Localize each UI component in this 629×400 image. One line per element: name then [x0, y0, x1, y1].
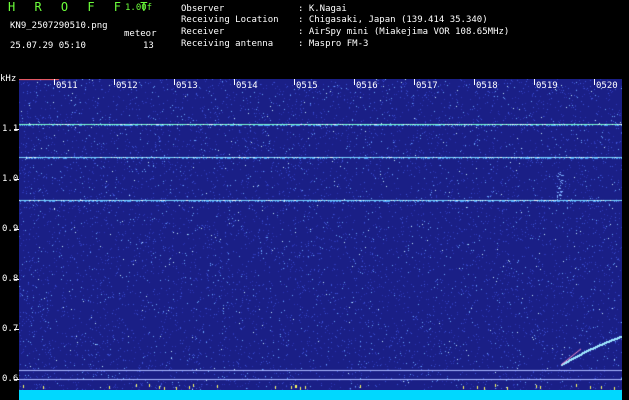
x-tick-label: 0512 [116, 81, 138, 91]
y-tick-mark [14, 329, 19, 330]
meteor-count-label: meteor [124, 29, 157, 39]
meteor-count-value: 13 [143, 41, 154, 51]
y-tick-mark [14, 379, 19, 380]
spectrogram-window: H R O F F T 1.00f KN9_2507290510.png 25.… [0, 0, 629, 400]
x-tick-label: 0514 [236, 81, 258, 91]
spectrogram-canvas [19, 79, 622, 398]
x-tick-label: 0516 [356, 81, 378, 91]
x-tick-mark [534, 79, 535, 85]
x-tick-label: 0515 [296, 81, 318, 91]
y-tick-mark [14, 129, 19, 130]
info-location-value: : Chigasaki, Japan (139.414 35.340) [298, 15, 488, 25]
x-tick-mark [174, 79, 175, 85]
x-tick-label: 0519 [536, 81, 558, 91]
x-tick-mark [114, 79, 115, 85]
x-tick-mark [354, 79, 355, 85]
info-receiver-value: : AirSpy mini (Miakejima VOR 108.65MHz) [298, 27, 510, 37]
app-version: 1.00f [125, 3, 153, 13]
info-location-label: Receiving Location [181, 15, 279, 25]
info-observer-value: : K.Nagai [298, 4, 347, 14]
y-tick-mark [14, 229, 19, 230]
x-tick-mark [594, 79, 595, 85]
x-tick-mark [234, 79, 235, 85]
y-tick-mark [14, 279, 19, 280]
x-tick-label: 0517 [416, 81, 438, 91]
capture-datetime: 25.07.29 05:10 [10, 41, 86, 51]
x-tick-label: 0511 [56, 81, 78, 91]
info-antenna-value: : Maspro FM-3 [298, 39, 369, 49]
x-tick-label: 0520 [596, 81, 618, 91]
x-tick-mark [474, 79, 475, 85]
x-tick-mark [54, 79, 55, 85]
info-observer-label: Observer [181, 4, 225, 14]
spectrogram-plot [19, 79, 622, 398]
info-receiver-label: Receiver [181, 27, 225, 37]
x-tick-mark [414, 79, 415, 85]
x-tick-label: 0518 [476, 81, 498, 91]
file-name: KN9_2507290510.png [10, 21, 108, 31]
x-tick-mark [294, 79, 295, 85]
y-axis-unit: kHz [0, 74, 17, 84]
info-antenna-label: Receiving antenna [181, 39, 274, 49]
baseline-strip [19, 390, 622, 400]
x-tick-label: 0513 [176, 81, 198, 91]
y-tick-mark [14, 179, 19, 180]
